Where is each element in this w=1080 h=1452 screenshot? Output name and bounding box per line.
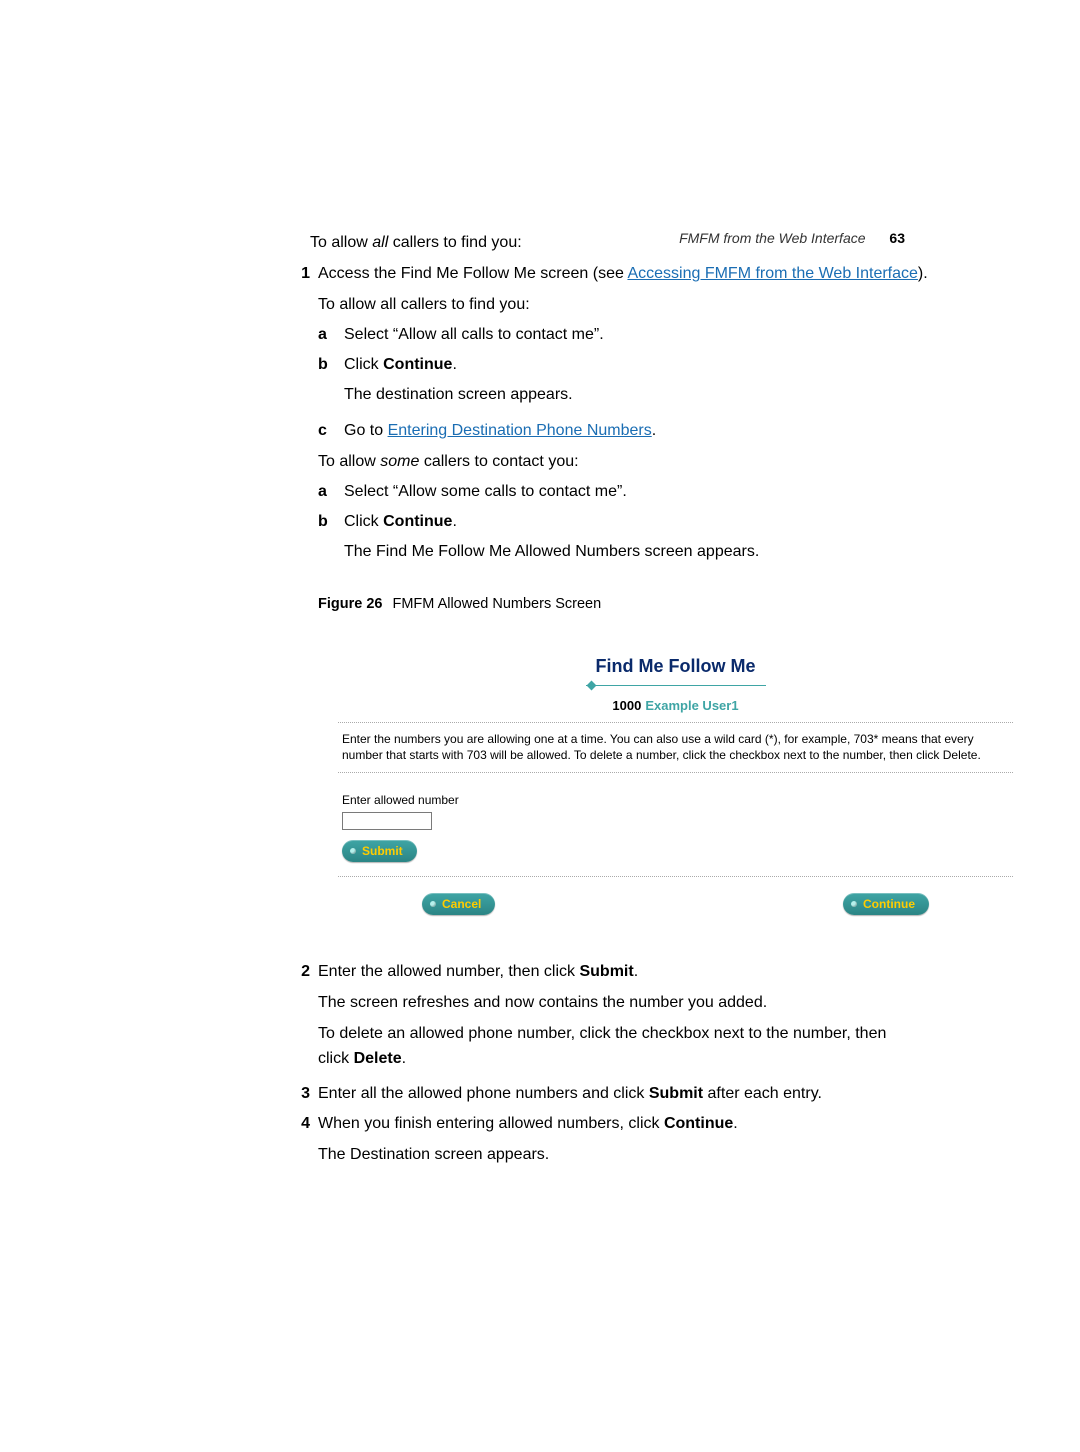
divider (338, 772, 1013, 773)
step-2: 2 Enter the allowed number, then click S… (310, 960, 910, 1077)
substep-c-all: c Go to Entering Destination Phone Numbe… (318, 419, 1013, 444)
cancel-button[interactable]: Cancel (422, 893, 495, 915)
substep-a-some: a Select “Allow some calls to contact me… (318, 480, 1013, 505)
page-number: 63 (889, 230, 905, 246)
bullet-icon (430, 901, 436, 907)
ui-instructions: Enter the numbers you are allowing one a… (338, 731, 1013, 763)
step-1: 1 Access the Find Me Follow Me screen (s… (310, 262, 910, 955)
bullet-icon (350, 848, 356, 854)
reintro-some: To allow some callers to contact you: (318, 450, 1013, 475)
reintro-all: To allow all callers to find you: (318, 293, 1013, 318)
step-number: 1 (282, 262, 318, 287)
step-number: 2 (282, 960, 318, 985)
section-title: FMFM from the Web Interface (679, 230, 865, 246)
ui-subtitle: 1000Example User1 (338, 696, 1013, 716)
submit-button[interactable]: Submit (342, 840, 417, 862)
link-accessing-fmfm[interactable]: Accessing FMFM from the Web Interface (627, 265, 917, 282)
ui-title: Find Me Follow Me (586, 653, 766, 686)
step-number: 4 (282, 1112, 318, 1137)
step-number: 3 (282, 1082, 318, 1107)
bullet-icon (851, 901, 857, 907)
link-entering-destination[interactable]: Entering Destination Phone Numbers (388, 422, 652, 439)
allowed-number-input[interactable] (342, 812, 432, 830)
allowed-number-label: Enter allowed number (338, 791, 1013, 810)
substep-a-all: a Select “Allow all calls to contact me”… (318, 323, 1013, 348)
running-header: FMFM from the Web Interface 63 (679, 230, 905, 246)
substep-b-some: b Click Continue. The Find Me Follow Me … (318, 510, 1013, 571)
figure-caption: Figure 26FMFM Allowed Numbers Screen (318, 593, 1013, 615)
step-3: 3 Enter all the allowed phone numbers an… (310, 1082, 910, 1107)
fmfm-allowed-numbers-screen: Find Me Follow Me 1000Example User1 Ente… (338, 653, 1013, 925)
step-4: 4 When you finish entering allowed numbe… (310, 1112, 910, 1174)
divider (338, 876, 1013, 877)
continue-button[interactable]: Continue (843, 893, 929, 915)
substep-b-all: b Click Continue. The destination screen… (318, 353, 1013, 414)
divider (338, 722, 1013, 723)
